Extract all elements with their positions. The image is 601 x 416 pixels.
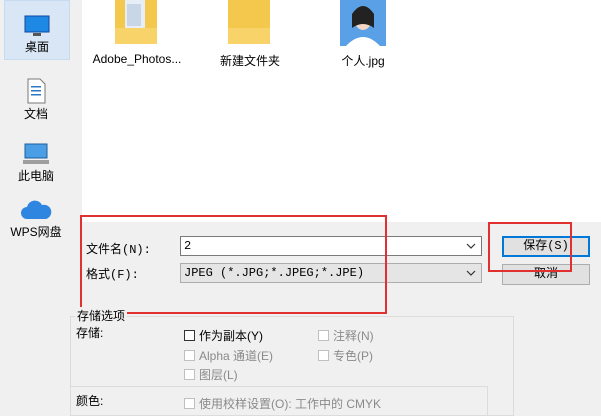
save-button[interactable]: 保存(S) — [502, 236, 590, 257]
computer-icon — [23, 143, 49, 164]
image-thumbnail — [340, 0, 386, 46]
sidebar-item-this-pc[interactable]: 此电脑 — [4, 130, 68, 188]
storage-label: 存储: — [76, 326, 104, 340]
checkbox-box[interactable] — [184, 350, 195, 361]
checkbox-label: 专色(P) — [333, 349, 373, 363]
layers-checkbox[interactable]: 图层(L) — [184, 366, 238, 383]
checkbox-box[interactable] — [318, 330, 329, 341]
use-proof-setup-checkbox[interactable]: 使用校样设置(O): 工作中的 CMYK — [184, 395, 381, 412]
checkbox-label: 作为副本(Y) — [199, 329, 263, 343]
sidebar-item-documents[interactable]: 文档 — [4, 68, 68, 126]
folder-icon — [115, 0, 157, 44]
format-select[interactable]: JPEG (*.JPG;*.JPEG;*.JPE) — [180, 263, 482, 283]
file-name: Adobe_Photos... — [92, 52, 182, 66]
color-label: 颜色: — [76, 394, 104, 408]
checkbox-label: 图层(L) — [199, 368, 238, 382]
filename-value: 2 — [184, 239, 192, 253]
file-item-image[interactable]: 个人.jpg — [308, 0, 418, 72]
checkbox-box[interactable] — [184, 330, 195, 341]
sidebar-item-label: 此电脑 — [17, 169, 54, 183]
document-icon — [27, 78, 46, 104]
navigation-sidebar: 桌面 文档 此电脑 WPS网盘 — [0, 0, 76, 300]
cloud-icon — [21, 200, 52, 219]
file-name: 个人.jpg — [341, 54, 385, 68]
chevron-down-icon[interactable] — [465, 237, 477, 255]
checkbox-box[interactable] — [184, 369, 195, 380]
spot-color-checkbox[interactable]: 专色(P) — [318, 347, 373, 364]
file-item-folder[interactable]: Adobe_Photos... — [82, 0, 192, 72]
storage-options-title: 存储选项 — [75, 307, 128, 324]
checkbox-label: 注释(N) — [333, 329, 374, 343]
sidebar-item-label: 桌面 — [24, 40, 49, 54]
format-value: JPEG (*.JPG;*.JPEG;*.JPE) — [184, 266, 365, 280]
chevron-down-icon[interactable] — [465, 264, 477, 282]
sidebar-item-label: 文档 — [23, 107, 48, 121]
sidebar-item-desktop[interactable]: 桌面 — [4, 0, 70, 60]
cancel-button[interactable]: 取消 — [502, 264, 590, 285]
checkbox-label: Alpha 通道(E) — [199, 349, 274, 363]
desktop-icon — [24, 15, 50, 36]
sidebar-item-wps-drive[interactable]: WPS网盘 — [4, 186, 68, 244]
format-label: 格式(F): — [86, 268, 139, 282]
file-item-folder[interactable]: 新建文件夹 — [195, 0, 305, 72]
filename-label: 文件名(N): — [86, 243, 151, 257]
checkbox-box[interactable] — [318, 350, 329, 361]
file-list-pane: Adobe_Photos... 新建文件夹 个人.jpg — [82, 0, 601, 222]
folder-icon — [228, 0, 270, 44]
alpha-channel-checkbox[interactable]: Alpha 通道(E) — [184, 347, 273, 364]
checkbox-box[interactable] — [184, 398, 195, 409]
filename-input[interactable]: 2 — [180, 236, 482, 256]
sidebar-item-label: WPS网盘 — [10, 225, 62, 239]
checkbox-label: 使用校样设置(O): 工作中的 CMYK — [199, 397, 381, 411]
notes-checkbox[interactable]: 注释(N) — [318, 327, 374, 344]
file-name: 新建文件夹 — [219, 54, 280, 68]
as-copy-checkbox[interactable]: 作为副本(Y) — [184, 327, 263, 344]
